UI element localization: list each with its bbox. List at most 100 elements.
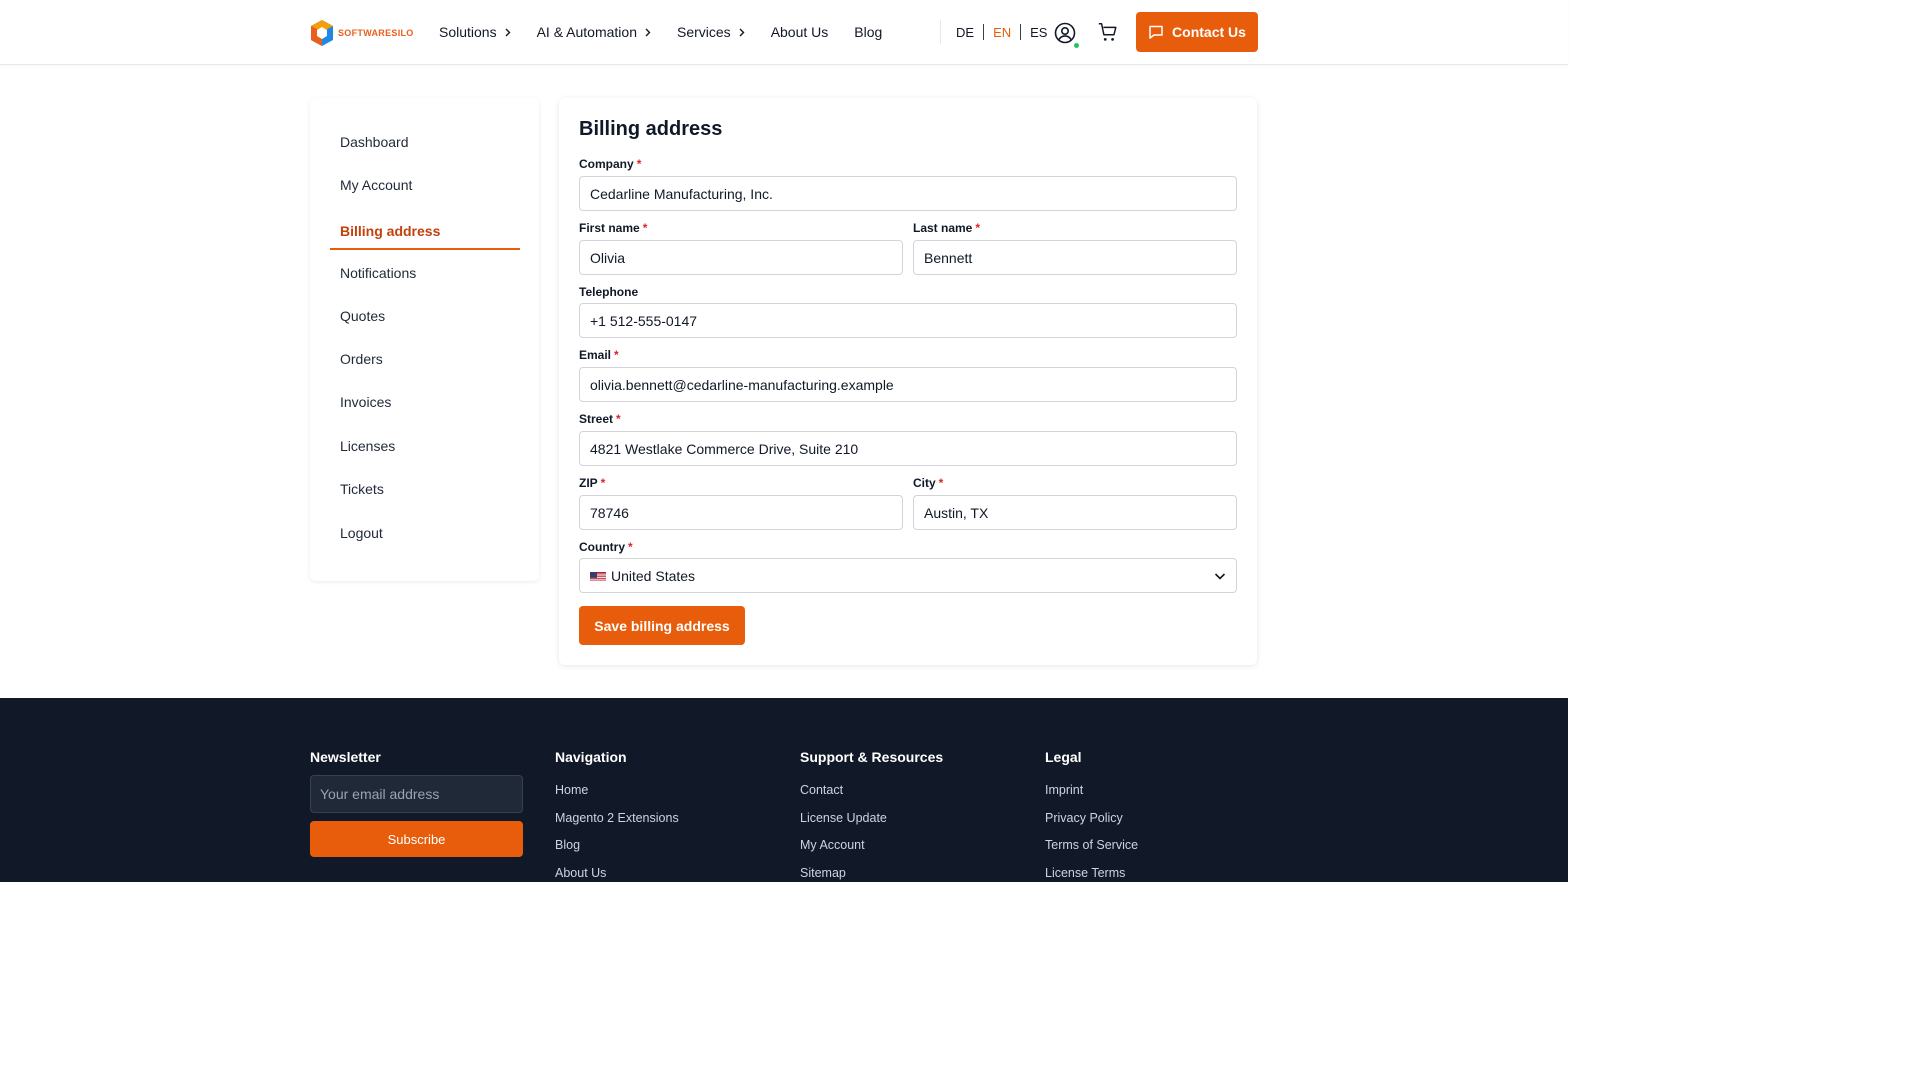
zip-label: ZIP *	[579, 476, 605, 490]
sidebar-item-my-account[interactable]: My Account	[330, 170, 520, 200]
country-label: Country *	[579, 540, 633, 554]
footer-newsletter-heading: Newsletter	[310, 749, 381, 765]
footer-link-terms-of-service[interactable]: Terms of Service	[1045, 838, 1138, 852]
label-text: City	[913, 476, 936, 490]
required-marker: *	[642, 221, 648, 235]
nav-label: About Us	[770, 24, 829, 40]
site-header: SOFTWARESILO Solutions AI & Automation S…	[0, 0, 1568, 65]
chat-icon	[1149, 25, 1163, 39]
lang-en[interactable]: EN	[993, 25, 1011, 40]
nav-label: Blog	[854, 24, 883, 40]
chevron-right-icon	[505, 28, 511, 37]
footer-link-contact[interactable]: Contact	[800, 783, 843, 797]
sidebar-item-invoices[interactable]: Invoices	[330, 387, 520, 417]
footer-navigation-heading: Navigation	[555, 749, 627, 765]
city-label: City *	[913, 476, 943, 490]
billing-address-card: Billing address Company* First name* Las…	[559, 98, 1257, 665]
nav-ai-automation[interactable]: AI & Automation	[537, 24, 651, 40]
footer-link-home[interactable]: Home	[555, 783, 588, 797]
street-input[interactable]	[579, 431, 1237, 466]
footer-support-heading: Support & Resources	[800, 749, 944, 765]
country-select[interactable]: United States	[579, 558, 1237, 593]
lang-separator	[1020, 24, 1022, 40]
sidebar-item-quotes[interactable]: Quotes	[330, 301, 520, 331]
online-status-dot	[1073, 42, 1080, 49]
logo[interactable]: SOFTWARESILO	[310, 18, 414, 48]
footer-link-license-terms[interactable]: License Terms	[1045, 866, 1125, 880]
required-marker: *	[616, 412, 621, 426]
main-nav: Solutions AI & Automation Services About…	[439, 0, 908, 64]
first-name-label: First name *	[579, 221, 647, 235]
nav-services[interactable]: Services	[677, 24, 745, 40]
required-marker: *	[975, 221, 981, 235]
header-divider	[940, 20, 941, 44]
zip-input[interactable]	[579, 495, 903, 530]
footer-link-blog[interactable]: Blog	[555, 838, 580, 852]
footer-link-license-update[interactable]: License Update	[800, 811, 887, 825]
nav-label: Services	[677, 24, 731, 40]
sidebar-item-tickets[interactable]: Tickets	[330, 474, 520, 504]
footer-link-privacy-policy[interactable]: Privacy Policy	[1045, 811, 1123, 825]
required-marker: *	[938, 476, 944, 490]
label-text: ZIP	[579, 476, 598, 490]
lang-separator	[983, 24, 985, 40]
lang-de[interactable]: DE	[956, 25, 974, 40]
footer-link-my-account[interactable]: My Account	[800, 838, 865, 852]
chevron-right-icon	[645, 28, 651, 37]
language-switcher: DE EN ES	[956, 0, 1047, 64]
required-marker: *	[636, 157, 642, 171]
nav-label: AI & Automation	[536, 24, 637, 40]
label-text: Last name	[913, 221, 973, 235]
label-text: Street	[579, 412, 614, 426]
last-name-label: Last name *	[913, 221, 980, 235]
chevron-down-icon	[1214, 573, 1226, 580]
footer-link-imprint[interactable]: Imprint	[1045, 783, 1083, 797]
newsletter-email-input[interactable]	[310, 775, 523, 813]
street-label: Street *	[579, 412, 621, 426]
sidebar-item-licenses[interactable]: Licenses	[330, 431, 520, 461]
required-marker: *	[614, 348, 619, 362]
contact-us-label: Contact Us	[1172, 24, 1246, 40]
nav-solutions[interactable]: Solutions	[439, 24, 511, 40]
sidebar-item-dashboard[interactable]: Dashboard	[330, 127, 520, 157]
label-text: Country	[579, 540, 625, 554]
required-marker: *	[628, 540, 633, 554]
telephone-label: Telephone	[579, 285, 638, 299]
email-label: Email *	[579, 348, 619, 362]
first-name-input[interactable]	[579, 240, 903, 275]
label-text: Email	[579, 348, 612, 362]
sidebar-item-logout[interactable]: Logout	[330, 518, 520, 548]
telephone-input[interactable]	[579, 303, 1237, 338]
lang-es[interactable]: ES	[1030, 25, 1047, 40]
cart-icon[interactable]	[1097, 21, 1119, 43]
footer-link-sitemap[interactable]: Sitemap	[800, 866, 846, 880]
logo-cube-icon	[311, 20, 333, 46]
chevron-right-icon	[739, 28, 745, 37]
nav-about-us[interactable]: About Us	[771, 24, 829, 40]
footer-link-magento-extensions[interactable]: Magento 2 Extensions	[555, 811, 679, 825]
footer-link-about-us[interactable]: About Us	[555, 866, 606, 880]
sidebar-item-billing-address[interactable]: Billing address	[330, 214, 520, 250]
city-input[interactable]	[913, 495, 1237, 530]
company-input[interactable]	[579, 176, 1237, 211]
user-account-icon[interactable]	[1053, 21, 1077, 45]
nav-blog[interactable]: Blog	[854, 24, 882, 40]
site-footer: Newsletter Subscribe Navigation Home Mag…	[0, 698, 1568, 882]
email-input[interactable]	[579, 367, 1237, 402]
logo-text: SOFTWARESILO	[338, 28, 414, 38]
nav-label: Solutions	[439, 24, 497, 40]
sidebar-item-notifications[interactable]: Notifications	[330, 258, 520, 288]
country-value: United States	[611, 567, 696, 584]
subscribe-button[interactable]: Subscribe	[310, 821, 523, 857]
us-flag-icon	[590, 570, 606, 581]
page-title: Billing address	[579, 118, 723, 140]
label-text: Company	[579, 157, 634, 171]
company-label: Company *	[579, 157, 641, 171]
contact-us-button[interactable]: Contact Us	[1136, 12, 1258, 52]
save-billing-address-button[interactable]: Save billing address	[579, 606, 745, 645]
required-marker: *	[600, 476, 606, 490]
sidebar-item-orders[interactable]: Orders	[330, 344, 520, 374]
label-text: Telephone	[579, 285, 639, 299]
last-name-input[interactable]	[913, 240, 1237, 275]
account-sidebar: Dashboard My Account Billing address Not…	[310, 98, 539, 581]
